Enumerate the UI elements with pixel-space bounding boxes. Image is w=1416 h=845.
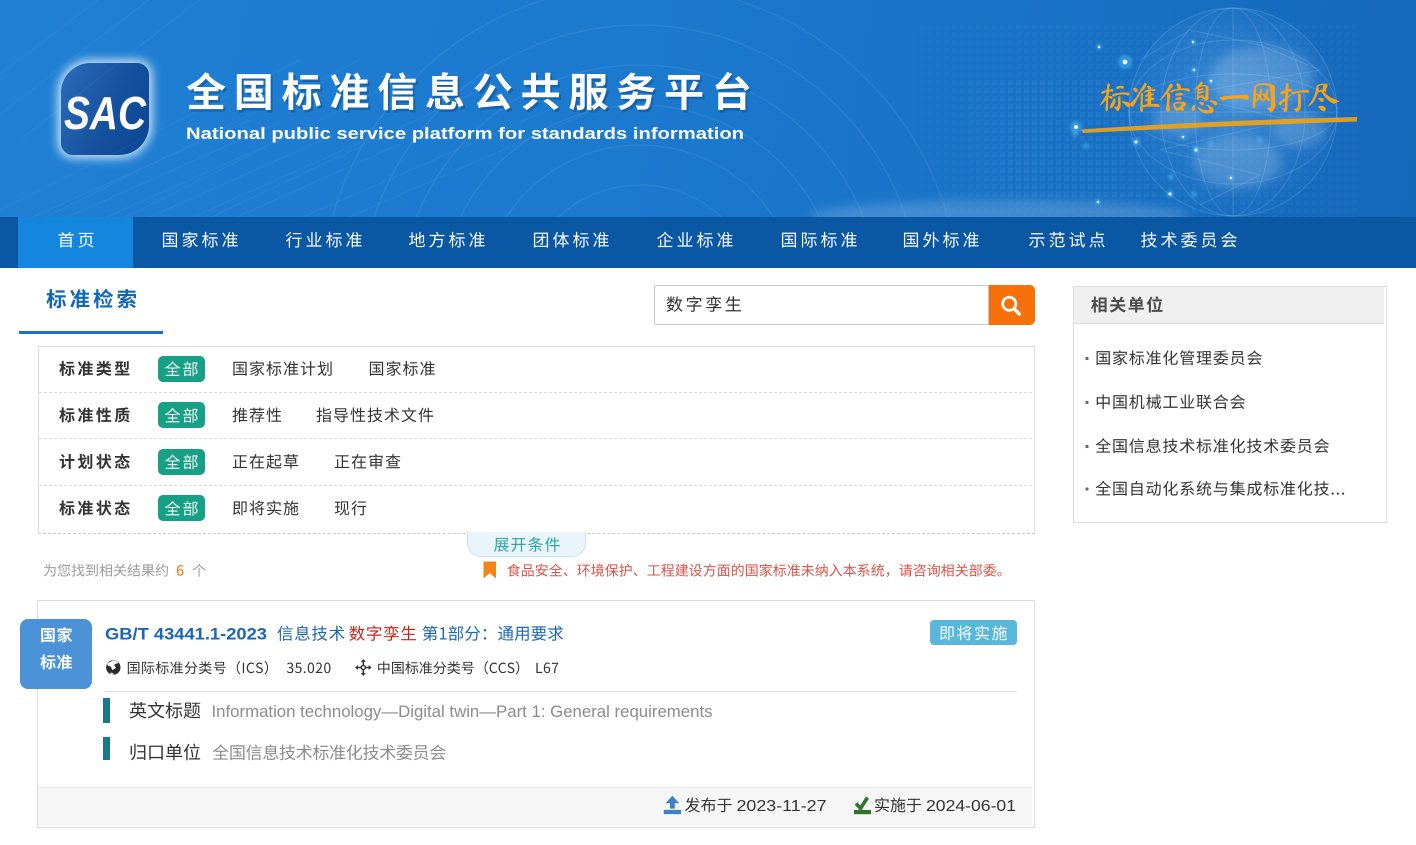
svg-text:Information technology—Digital: Information technology—Digital twin—Part…: [212, 702, 713, 721]
svg-text:2023-11-27: 2023-11-27: [737, 798, 827, 815]
svg-text:SAC: SAC: [64, 87, 147, 139]
svg-text:2024-06-01: 2024-06-01: [926, 798, 1016, 815]
svg-text:National public service platfo: National public service platform for sta…: [186, 124, 744, 143]
svg-text:GB/T 43441.1-2023: GB/T 43441.1-2023: [105, 626, 267, 644]
